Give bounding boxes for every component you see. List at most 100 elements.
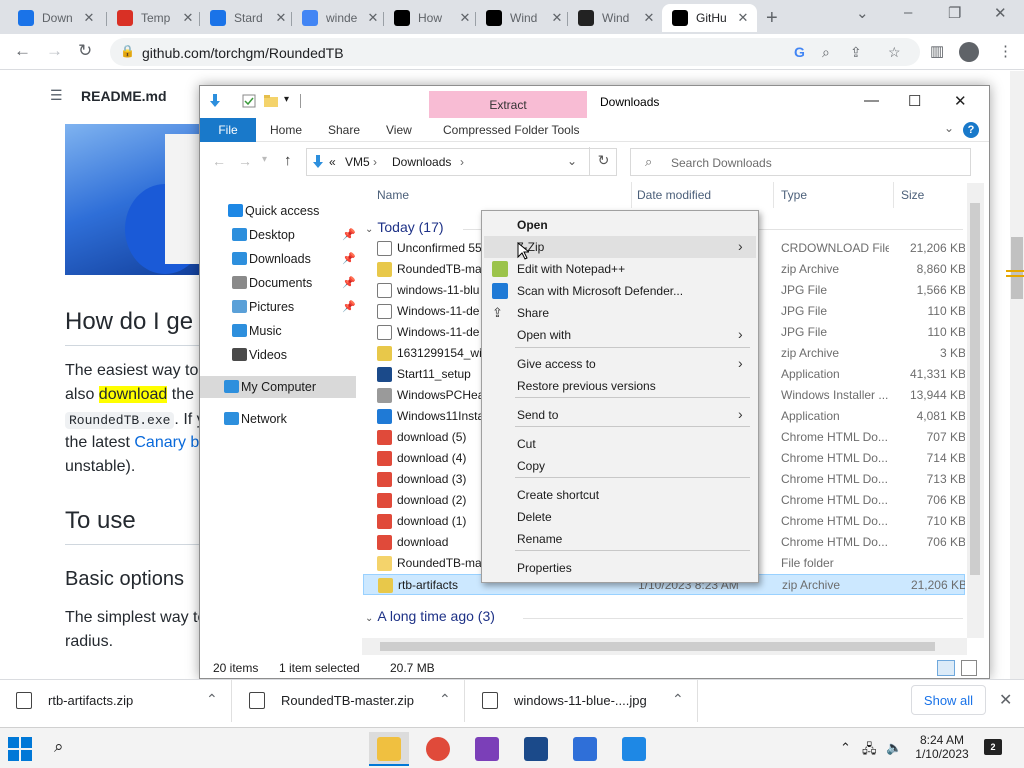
details-view-icon[interactable] — [937, 660, 955, 676]
bookmark-star-icon[interactable]: ☆ — [888, 44, 901, 61]
new-tab-button[interactable]: + — [766, 7, 778, 30]
page-search-icon[interactable]: ⌕ — [822, 44, 830, 61]
menu-item-open[interactable]: Open — [484, 214, 756, 236]
ribbon-tab-home[interactable]: Home — [270, 123, 302, 137]
menu-item-send-to[interactable]: Send to › — [484, 404, 756, 426]
close-shelf-button[interactable]: ✕ — [999, 690, 1012, 710]
ribbon-tab-file[interactable]: File — [200, 118, 256, 142]
file-list-hscroll-thumb[interactable] — [380, 642, 935, 651]
browser-tab[interactable]: Wind ✕ — [476, 4, 571, 32]
explorer-address-bar[interactable]: « VM5 › Downloads › ⌄ — [306, 148, 617, 176]
download-item[interactable]: RoundedTB-master.zip ⌃ — [233, 680, 465, 722]
download-options-chevron-icon[interactable]: ⌃ — [672, 691, 684, 708]
taskbar-app[interactable] — [467, 732, 507, 766]
explorer-refresh-button[interactable]: ↻ — [589, 147, 617, 175]
file-list-vertical-scrollbar[interactable] — [967, 183, 984, 638]
download-item[interactable]: rtb-artifacts.zip ⌃ — [0, 680, 232, 722]
tab-close-icon[interactable]: ✕ — [81, 10, 97, 26]
menu-item-delete[interactable]: Delete — [484, 506, 756, 528]
taskbar-app[interactable] — [369, 732, 409, 766]
tab-close-icon[interactable]: ✕ — [457, 10, 473, 26]
ribbon-tab-share[interactable]: Share — [328, 123, 360, 137]
nav-item[interactable]: Desktop 📌 — [200, 224, 356, 246]
tab-close-icon[interactable]: ✕ — [549, 10, 565, 26]
nav-item[interactable]: Downloads 📌 — [200, 248, 356, 270]
group-header-today[interactable]: ⌄ Today (17) — [365, 219, 444, 235]
download-options-chevron-icon[interactable]: ⌃ — [206, 691, 218, 708]
menu-kebab-icon[interactable]: ⋮ — [998, 42, 1013, 60]
ribbon-expand-chevron-icon[interactable]: ⌄ — [944, 121, 954, 135]
breadcrumb-downloads[interactable]: Downloads — [392, 155, 451, 169]
nav-item[interactable]: My Computer — [200, 376, 356, 398]
close-window-button[interactable]: ✕ — [994, 4, 1007, 22]
address-bar[interactable]: 🔒 github.com/torchgm/RoundedTB G ⌕ ⇪ ☆ — [110, 38, 920, 66]
show-all-downloads-button[interactable]: Show all — [911, 685, 986, 715]
taskbar-search-icon[interactable]: ⌕ — [54, 737, 64, 757]
column-header-type[interactable]: Type — [781, 188, 807, 202]
ribbon-tab-compressed-folder-tools[interactable]: Compressed Folder Tools — [443, 123, 580, 137]
outline-list-icon[interactable]: ☰ — [50, 87, 63, 104]
canary-link[interactable]: Canary b — [134, 434, 199, 451]
menu-item-share[interactable]: ⇪ Share — [484, 302, 756, 324]
nav-item[interactable]: Documents 📌 — [200, 272, 356, 294]
profile-avatar[interactable] — [959, 42, 979, 62]
menu-item-cut[interactable]: Cut — [484, 433, 756, 455]
extract-contextual-tab[interactable]: Extract — [429, 91, 587, 118]
share-page-icon[interactable]: ⇪ — [850, 44, 862, 61]
nav-item[interactable]: Music — [200, 320, 356, 342]
tab-close-icon[interactable]: ✕ — [365, 10, 381, 26]
tab-close-icon[interactable]: ✕ — [641, 10, 657, 26]
column-header-size[interactable]: Size — [901, 188, 924, 202]
taskbar-clock[interactable]: 8:24 AM 1/10/2023 — [912, 733, 972, 761]
taskbar-app[interactable] — [565, 732, 605, 766]
help-icon[interactable]: ? — [963, 122, 979, 138]
start-button[interactable] — [8, 737, 32, 761]
browser-tab[interactable]: Down ✕ — [8, 4, 103, 32]
nav-item[interactable]: Network — [200, 408, 356, 430]
browser-tab[interactable]: How ✕ — [384, 4, 479, 32]
ribbon-tab-view[interactable]: View — [386, 123, 412, 137]
menu-item-rename[interactable]: Rename — [484, 528, 756, 550]
nav-item[interactable]: Pictures 📌 — [200, 296, 356, 318]
page-scrollbar[interactable] — [1006, 71, 1024, 679]
explorer-forward-button[interactable]: → — [238, 153, 252, 169]
back-button[interactable]: ← — [14, 41, 31, 61]
menu-item-restore-previous-versions[interactable]: Restore previous versions — [484, 375, 756, 397]
menu-item-edit-with-notepad[interactable]: Edit with Notepad++ — [484, 258, 756, 280]
file-list-scroll-thumb[interactable] — [970, 203, 980, 575]
download-item[interactable]: windows-11-blue-....jpg ⌃ — [466, 680, 698, 722]
google-lens-icon[interactable]: G — [794, 44, 805, 60]
network-tray-icon[interactable]: 🖧 — [862, 740, 877, 762]
group-header-long-ago[interactable]: ⌄ A long time ago (3) — [365, 608, 495, 624]
explorer-search-box[interactable]: ⌕ Search Downloads — [630, 148, 971, 176]
up-one-level-button[interactable]: ↑ — [284, 152, 292, 169]
side-panel-icon[interactable]: ▥ — [930, 42, 944, 60]
forward-button[interactable]: → — [46, 41, 63, 61]
taskbar-app[interactable] — [516, 732, 556, 766]
breadcrumb-separator-icon[interactable]: › — [460, 155, 464, 169]
quick-access-dropdown-icon[interactable]: ▾ — [284, 94, 289, 105]
column-header-name[interactable]: Name — [377, 188, 409, 202]
notification-center-icon[interactable]: 2 — [984, 739, 1002, 755]
recent-locations-chevron-icon[interactable]: ▾ — [262, 154, 267, 165]
explorer-maximize-button[interactable]: ☐ — [908, 92, 921, 110]
browser-tab[interactable]: winde ✕ — [292, 4, 387, 32]
explorer-minimize-button[interactable]: — — [864, 92, 879, 109]
reload-button[interactable]: ↻ — [78, 41, 92, 61]
taskbar-app[interactable] — [614, 732, 654, 766]
explorer-close-button[interactable]: ✕ — [954, 92, 967, 110]
file-list-horizontal-scrollbar[interactable] — [362, 638, 967, 655]
tray-overflow-chevron-icon[interactable]: ⌃ — [840, 740, 851, 756]
download-options-chevron-icon[interactable]: ⌃ — [439, 691, 451, 708]
browser-tab[interactable]: Temp ✕ — [107, 4, 202, 32]
breadcrumb-separator-icon[interactable]: › — [373, 155, 377, 169]
menu-item-scan-with-microsoft-defender[interactable]: Scan with Microsoft Defender... — [484, 280, 756, 302]
breadcrumb-overflow[interactable]: « — [329, 155, 336, 169]
address-history-chevron-icon[interactable]: ⌄ — [567, 154, 577, 168]
menu-item-copy[interactable]: Copy — [484, 455, 756, 477]
breadcrumb-vm5[interactable]: VM5 — [345, 155, 370, 169]
menu-item-give-access-to[interactable]: Give access to › — [484, 353, 756, 375]
explorer-back-button[interactable]: ← — [212, 153, 226, 169]
browser-tab[interactable]: Stard ✕ — [200, 4, 295, 32]
menu-item-open-with[interactable]: Open with › — [484, 324, 756, 346]
